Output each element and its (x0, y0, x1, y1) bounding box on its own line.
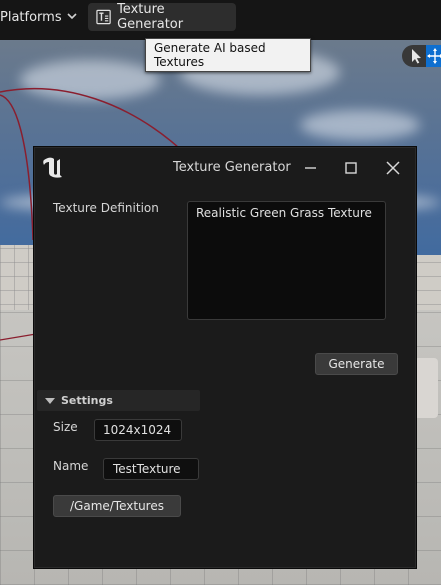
window-title: Texture Generator (173, 160, 291, 175)
maximize-button[interactable] (341, 158, 361, 178)
size-label: Size (53, 420, 78, 434)
move-icon (427, 48, 441, 64)
settings-label: Settings (61, 394, 113, 407)
maximize-icon (345, 162, 357, 174)
minimize-button[interactable] (301, 158, 321, 178)
move-tool-button[interactable] (426, 45, 441, 67)
name-label: Name (53, 459, 89, 473)
tooltip-text: Generate AI based Textures (154, 41, 266, 69)
minimize-icon (305, 167, 316, 169)
triangle-down-icon (45, 397, 55, 404)
platforms-menu-button[interactable]: Platforms (0, 3, 83, 31)
texture-definition-input[interactable]: Realistic Green Grass Texture (187, 201, 386, 320)
texture-icon (96, 9, 111, 25)
window-titlebar[interactable]: Texture Generator (34, 147, 416, 189)
close-button[interactable] (383, 158, 403, 178)
texture-definition-label: Texture Definition (53, 201, 159, 215)
tooltip: Generate AI based Textures (145, 38, 311, 72)
size-field[interactable]: 1024x1024 (94, 419, 182, 441)
unreal-logo-icon (43, 157, 62, 178)
close-icon (386, 161, 400, 175)
name-field[interactable]: TestTexture (103, 458, 199, 480)
main-toolbar: Platforms Texture Generator (0, 0, 441, 40)
select-arrow-icon[interactable] (408, 48, 424, 64)
path-label: /Game/Textures (70, 499, 164, 513)
texture-generator-button[interactable]: Texture Generator (88, 2, 236, 32)
chevron-down-icon (67, 12, 77, 23)
texture-generator-label: Texture Generator (117, 2, 184, 32)
settings-section-header[interactable]: Settings (37, 390, 200, 411)
generate-button[interactable]: Generate (315, 353, 398, 375)
generate-label: Generate (328, 357, 385, 371)
platforms-label: Platforms (0, 9, 62, 25)
texture-generator-window: Texture Generator Texture Definition Rea… (33, 146, 417, 569)
path-picker-button[interactable]: /Game/Textures (53, 495, 181, 517)
viewport-tools (402, 45, 441, 67)
